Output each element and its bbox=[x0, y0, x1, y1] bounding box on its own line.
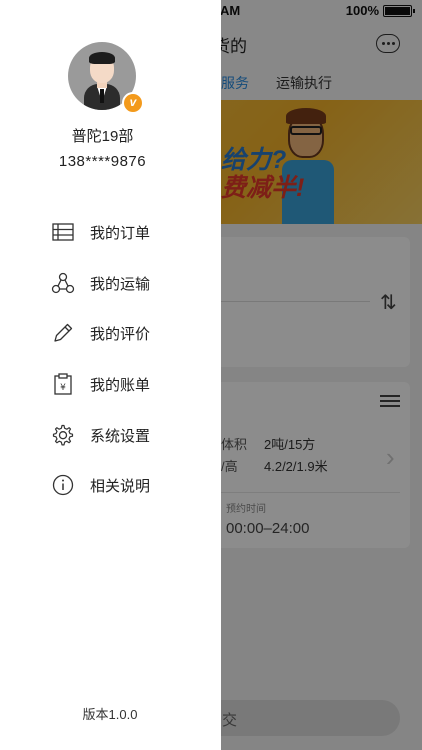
menu-item-label: 我的运输 bbox=[90, 275, 151, 293]
avatar-container[interactable]: v bbox=[68, 42, 144, 114]
menu-item-orders[interactable]: 我的订单 bbox=[48, 215, 208, 249]
side-drawer: v 普陀19部 138****9876 我的订单 我的运输 我的评价 ¥ 我的账… bbox=[0, 0, 221, 750]
svg-text:¥: ¥ bbox=[60, 383, 66, 393]
version-label: 版本1.0.0 bbox=[82, 707, 138, 722]
pencil-icon bbox=[48, 318, 78, 348]
menu-item-bills[interactable]: ¥ 我的账单 bbox=[48, 367, 208, 401]
menu-item-help[interactable]: 相关说明 bbox=[48, 468, 208, 502]
menu-item-label: 相关说明 bbox=[90, 477, 151, 495]
menu-item-label: 系统设置 bbox=[90, 427, 151, 445]
menu-item-label: 我的账单 bbox=[90, 376, 151, 394]
bill-icon: ¥ bbox=[48, 369, 78, 399]
menu-item-transport[interactable]: 我的运输 bbox=[48, 266, 208, 300]
network-icon bbox=[48, 268, 78, 298]
user-name: 普陀19部 bbox=[71, 128, 134, 145]
menu-item-settings[interactable]: 系统设置 bbox=[48, 418, 208, 452]
menu-item-label: 我的评价 bbox=[90, 325, 151, 343]
list-icon bbox=[48, 217, 78, 247]
user-phone: 138****9876 bbox=[58, 153, 147, 170]
menu-item-label: 我的订单 bbox=[90, 224, 151, 242]
info-icon bbox=[48, 470, 78, 500]
vip-badge: v bbox=[122, 92, 144, 114]
gear-icon bbox=[48, 420, 78, 450]
menu-item-reviews[interactable]: 我的评价 bbox=[48, 316, 208, 350]
